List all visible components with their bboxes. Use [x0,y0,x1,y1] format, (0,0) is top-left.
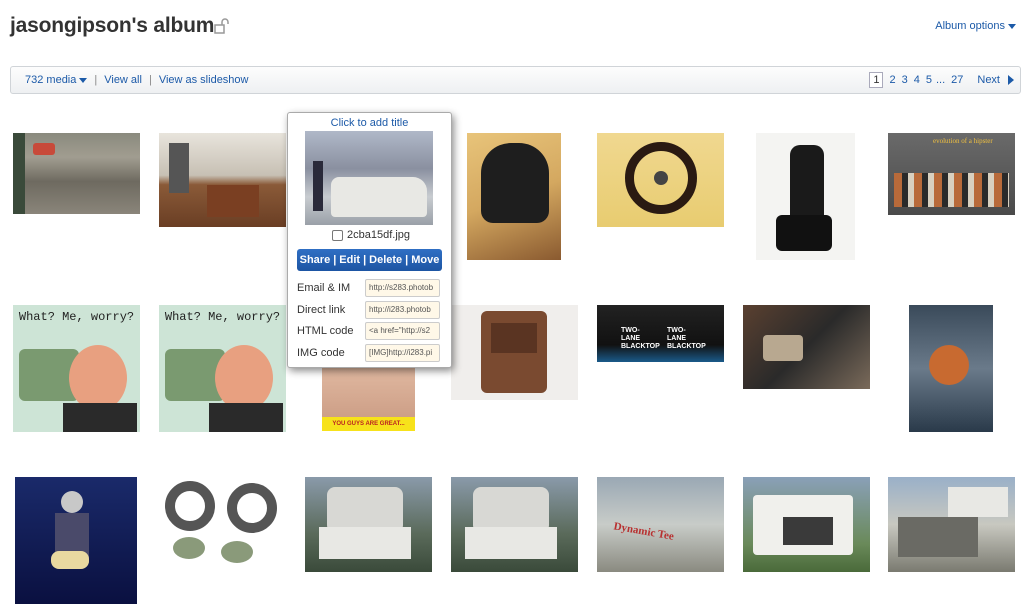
pagination: 1 2 3 4 5 ... 27 Next [869,72,1014,88]
page-27[interactable]: 27 [951,74,963,86]
next-arrow-icon[interactable] [1008,75,1014,85]
movie-title-right: TWO-LANE BLACKTOP [667,327,706,350]
photo-action-bar: Share | Edit | Delete | Move [297,249,442,271]
add-title-link[interactable]: Click to add title [288,117,451,129]
media-count-label: 732 media [25,74,77,86]
photo-thumbnail-mad-magazine-2[interactable]: What? Me, worry? [159,305,286,432]
photo-detail-popup: Click to add title 2cba15df.jpg Share | … [287,112,452,368]
view-all-link[interactable]: View all [104,74,142,86]
movie-title-left: TWO-LANE BLACKTOP [621,327,660,350]
email-im-label: Email & IM [297,282,351,294]
share-button[interactable]: Share [300,254,331,266]
photo-filename: 2cba15df.jpg [347,229,410,241]
next-page-link[interactable]: Next [977,74,1000,86]
photo-thumbnail-guitarist[interactable] [15,477,137,604]
chevron-down-icon [1008,23,1016,29]
album-options-menu[interactable]: Album options [935,20,1016,32]
poster-caption: evolution of a hipster [933,137,993,145]
edit-button[interactable]: Edit [339,254,360,266]
divider: | [148,74,152,86]
photo-thumbnail-bmw-hood-1[interactable] [305,477,432,572]
page-3[interactable]: 3 [902,74,908,86]
popup-photo-preview[interactable] [305,131,433,225]
photo-thumbnail-engine-removed[interactable] [888,477,1015,572]
photo-thumbnail-bearings-screws[interactable] [159,477,286,573]
img-code-label: IMG code [297,347,345,359]
photo-thumbnail-steering-wheel[interactable] [597,133,724,227]
photo-thumbnail-black-cylinder[interactable] [467,133,561,260]
album-options-label: Album options [935,20,1005,32]
photo-thumbnail-engine-bay[interactable] [743,305,870,389]
page-4[interactable]: 4 [914,74,920,86]
email-im-field[interactable]: http://s283.photob [365,279,440,297]
photo-thumbnail-distributor[interactable] [909,305,993,432]
img-code-field[interactable]: [IMG]http://i283.pi [365,344,440,362]
page-2[interactable]: 2 [889,74,895,86]
chevron-down-icon [79,77,88,83]
photo-thumbnail-two-lane-blacktop[interactable]: TWO-LANE BLACKTOP TWO-LANE BLACKTOP [597,305,724,362]
direct-link-label: Direct link [297,304,346,316]
view-slideshow-link[interactable]: View as slideshow [159,74,249,86]
photo-thumbnail-rusty-part[interactable] [451,305,578,400]
album-toolbar: 732 media | View all | View as slideshow… [10,66,1021,94]
photo-thumbnail-piano-room[interactable] [159,133,286,227]
photo-thumbnail-car-seat[interactable] [756,133,855,260]
mad-caption: What? Me, worry? [164,310,281,324]
select-checkbox[interactable] [332,229,343,241]
unlock-icon[interactable] [213,17,231,35]
photo-thumbnail-mad-magazine-1[interactable]: What? Me, worry? [13,305,140,432]
direct-link-field[interactable]: http://i283.photob [365,301,440,319]
html-code-field[interactable]: <a href="http://s2 [365,322,440,340]
photo-thumbnail-bmw-hood-2[interactable] [451,477,578,572]
poster-banner: YOU GUYS ARE GREAT... [322,417,415,431]
page-ellipsis: ... [935,74,946,86]
page-5[interactable]: 5 [926,74,932,86]
html-code-label: HTML code [297,325,354,337]
album-title: jasongipson's album [10,14,215,37]
photo-thumbnail-driveway[interactable] [13,133,140,214]
divider: | [94,74,98,86]
page-1[interactable]: 1 [869,72,884,88]
photo-thumbnail-windshield[interactable]: Dynamic Tee [597,477,724,572]
delete-button[interactable]: Delete [369,254,402,266]
mad-caption: What? Me, worry? [18,310,135,324]
photo-thumbnail-great-poster[interactable]: YOU GUYS ARE GREAT... [322,368,415,431]
media-count-dropdown[interactable]: 732 media [25,74,88,86]
photo-thumbnail-open-hood[interactable] [743,477,870,572]
move-button[interactable]: Move [411,254,439,266]
photo-thumbnail-evolution-poster[interactable]: evolution of a hipster [888,133,1015,215]
